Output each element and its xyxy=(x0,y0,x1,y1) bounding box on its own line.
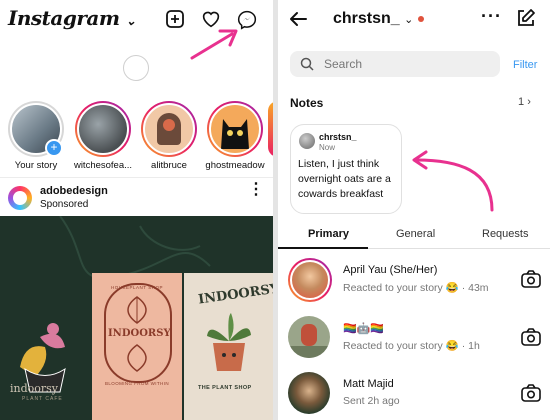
story-ghostmeadow[interactable]: ghostmeadow xyxy=(204,101,266,171)
chevron-down-icon: ⌄ xyxy=(404,14,414,26)
panel-text: HOUSEPLANT SHOP xyxy=(111,285,163,290)
panel-plant-shop: INDOORSY THE PLANT SHOP xyxy=(184,273,273,420)
message-name: April Yau (She/Her) xyxy=(343,264,438,276)
avatar xyxy=(288,372,330,414)
camera-icon[interactable] xyxy=(521,328,541,351)
search-icon xyxy=(300,57,314,71)
note-time: Now xyxy=(319,143,336,152)
avatar xyxy=(143,103,195,155)
leaf-icon xyxy=(127,344,147,372)
panel-text: BLOOMING FROM WITHIN xyxy=(105,381,169,386)
camera-icon[interactable] xyxy=(521,384,541,407)
search-placeholder: Search xyxy=(324,57,363,71)
message-name: Matt Majid xyxy=(343,378,394,390)
avatar-story-ring xyxy=(288,258,332,302)
message-row[interactable]: 🏳️‍🌈🤖🏳️‍🌈 Reacted to your story 😂 · 1h xyxy=(288,316,543,360)
story-alitbruce[interactable]: alitbruce xyxy=(138,101,200,171)
leaf-icon xyxy=(127,296,147,324)
story-ring xyxy=(75,101,131,157)
panel-houseplant-shop: HOUSEPLANT SHOP INDOORSY BLOOMING FROM W… xyxy=(92,273,182,420)
notes-title: Notes xyxy=(290,96,324,110)
more-options-icon[interactable]: ··· xyxy=(481,6,502,27)
account-switcher[interactable]: chrstsn_ ⌄ xyxy=(333,10,424,28)
camera-icon[interactable] xyxy=(521,270,541,293)
story-ring xyxy=(141,101,197,157)
story-your-story[interactable]: + Your story xyxy=(5,101,67,171)
messages-pane: chrstsn_ ⌄ ··· Search Filter Notes 1 › c… xyxy=(278,0,550,420)
avatar xyxy=(299,133,315,149)
annotation-arrow xyxy=(190,29,238,60)
divider xyxy=(0,177,273,178)
story-ring xyxy=(207,101,263,157)
panel-text: INDOORSY xyxy=(108,328,171,339)
status-dot xyxy=(417,15,424,22)
tab-general[interactable]: General xyxy=(396,228,435,240)
home-feed-pane: Instagram ⌄ + Your story witchesofea... xyxy=(0,0,273,420)
avatar xyxy=(77,103,129,155)
post-username[interactable]: adobedesign xyxy=(40,185,108,197)
story-witchesofea[interactable]: witchesofea... xyxy=(72,101,134,171)
note-text: Listen, I just think overnight oats are … xyxy=(298,158,391,200)
potted-plant-icon xyxy=(207,313,251,371)
avatar xyxy=(209,103,261,155)
panel-text: PLANT CAFE xyxy=(22,396,63,402)
post-image[interactable]: indoorsy PLANT CAFE HOUSEPLANT SHOP INDO… xyxy=(0,216,273,420)
post-header: adobedesign Sponsored ⋮ xyxy=(8,182,268,213)
avatar xyxy=(288,316,330,358)
search-input[interactable]: Search xyxy=(290,51,500,77)
instagram-logo[interactable]: Instagram ⌄ xyxy=(8,6,136,30)
sponsored-label: Sponsored xyxy=(40,199,89,210)
chevron-right-icon: › xyxy=(527,96,531,108)
panel-text: indoorsy xyxy=(10,382,59,395)
username: chrstsn_ xyxy=(333,10,400,27)
avatar xyxy=(290,260,330,300)
chevron-down-icon: ⌄ xyxy=(125,14,136,28)
tab-primary[interactable]: Primary xyxy=(308,228,349,240)
add-story-icon[interactable]: + xyxy=(45,139,63,157)
story-label: Your story xyxy=(14,160,58,171)
loading-spinner xyxy=(123,55,149,81)
filter-button[interactable]: Filter xyxy=(513,59,537,71)
message-preview: Sent 2h ago xyxy=(343,395,400,407)
more-options-icon[interactable]: ⋮ xyxy=(248,182,264,198)
message-preview: Reacted to your story 😂 · 1h xyxy=(343,340,480,352)
story-label: witchesofea... xyxy=(73,160,133,171)
notes-count[interactable]: 1 › xyxy=(518,96,531,108)
message-row[interactable]: Matt Majid Sent 2h ago xyxy=(288,372,543,416)
note-card[interactable]: chrstsn_ Now Listen, I just think overni… xyxy=(290,124,402,214)
tab-requests[interactable]: Requests xyxy=(482,228,528,240)
panel-text: INDOORSY xyxy=(197,281,273,308)
active-tab-indicator xyxy=(278,247,368,249)
annotation-arrow xyxy=(412,150,494,212)
notes-count-value: 1 xyxy=(518,96,525,108)
message-row[interactable]: April Yau (She/Her) Reacted to your stor… xyxy=(288,258,543,302)
back-arrow-icon[interactable] xyxy=(288,9,308,34)
panel-indoorsy-cafe: indoorsy PLANT CAFE xyxy=(0,282,90,420)
avatar[interactable] xyxy=(8,186,32,210)
panel-text: THE PLANT SHOP xyxy=(198,385,252,391)
note-user: chrstsn_ xyxy=(319,132,357,142)
story-label: ghostmeadow xyxy=(205,160,265,171)
compose-icon[interactable] xyxy=(516,8,536,33)
new-post-icon[interactable] xyxy=(166,10,184,28)
story-label: alitbruce xyxy=(151,160,187,171)
message-preview: Reacted to your story 😂 · 43m xyxy=(343,282,489,294)
logo-text: Instagram xyxy=(8,6,120,30)
message-name: 🏳️‍🌈🤖🏳️‍🌈 xyxy=(343,323,385,335)
